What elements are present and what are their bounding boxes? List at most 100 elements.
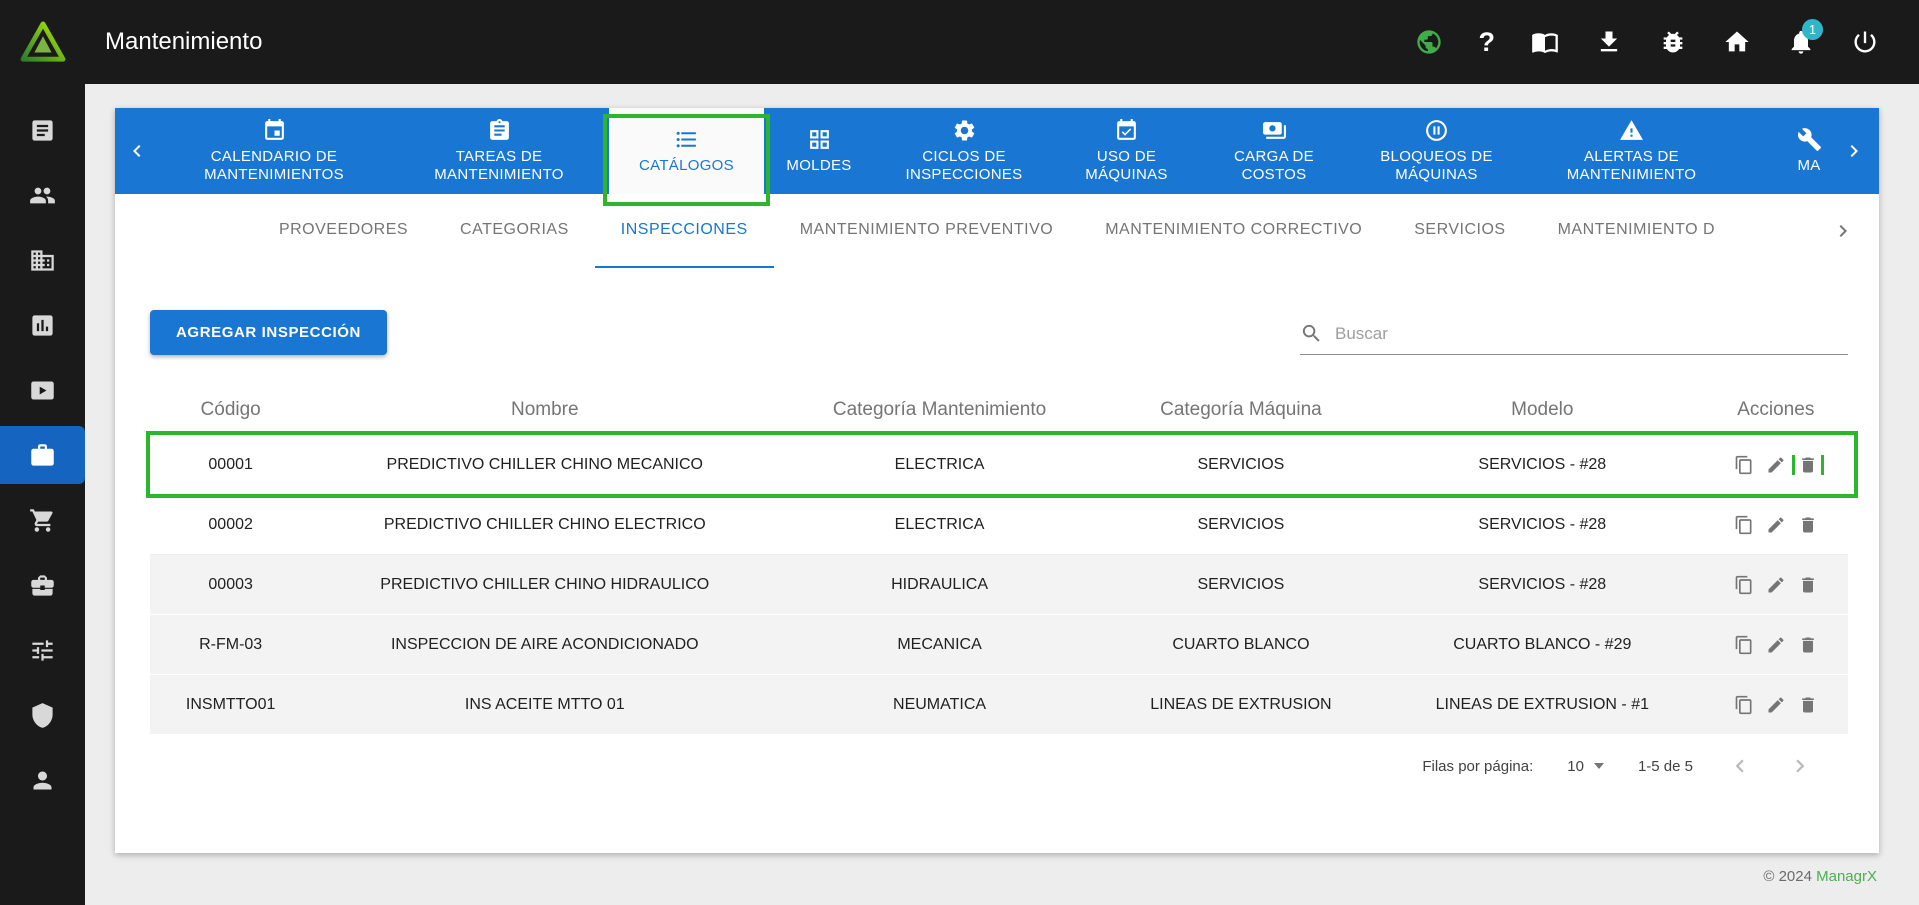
edit-icon[interactable] — [1766, 695, 1786, 715]
pause-circle-icon — [1424, 118, 1449, 143]
edit-icon[interactable] — [1766, 515, 1786, 535]
edit-icon[interactable] — [1766, 635, 1786, 655]
download-icon[interactable] — [1595, 28, 1623, 56]
edit-icon[interactable] — [1766, 455, 1786, 475]
next-page-icon[interactable] — [1787, 753, 1813, 779]
book-icon[interactable] — [1531, 28, 1559, 56]
rows-per-page-label: Filas por página: — [1422, 757, 1534, 775]
cell-categoria-maquina: SERVICIOS — [1197, 575, 1285, 593]
pagination-range: 1-5 de 5 — [1637, 757, 1693, 775]
column-header-codigo: Código — [200, 399, 261, 420]
subtab-mantenimiento-correctivo[interactable]: MANTENIMIENTO CORRECTIVO — [1079, 194, 1388, 268]
column-header-acciones: Acciones — [1737, 399, 1815, 420]
notifications-icon[interactable]: 1 — [1787, 19, 1823, 56]
cell-modelo: SERVICIOS - #28 — [1478, 455, 1607, 473]
power-icon[interactable] — [1851, 28, 1879, 56]
tabs-scroll-left[interactable] — [115, 108, 159, 194]
tab-label: CARGA DE COSTOS — [1234, 148, 1314, 183]
subtab-mantenimiento-preventivo[interactable]: MANTENIMIENTO PREVENTIVO — [774, 194, 1080, 268]
rows-per-page-select[interactable]: 10 — [1567, 758, 1604, 775]
tab-alertas-de-mantenimiento[interactable]: ALERTAS DE MANTENIMIENTO — [1524, 108, 1739, 194]
subtab-proveedores[interactable]: PROVEEDORES — [253, 194, 434, 268]
tab-bloqueos-de-maquinas[interactable]: BLOQUEOS DE MÁQUINAS — [1349, 108, 1524, 194]
module-tabs: CALENDARIO DE MANTENIMIENTOS TAREAS DE M… — [115, 108, 1879, 206]
sidebar-item-building[interactable] — [0, 228, 85, 293]
footer-copyright: © 2024 ManagrX — [1763, 868, 1877, 885]
sidebar-item-tune[interactable] — [0, 618, 85, 683]
cell-nombre: PREDICTIVO CHILLER CHINO MECANICO — [386, 455, 703, 473]
copy-icon[interactable] — [1734, 695, 1754, 715]
sidebar-item-person[interactable] — [0, 748, 85, 813]
copy-icon[interactable] — [1734, 635, 1754, 655]
cell-nombre: INS ACEITE MTTO 01 — [464, 695, 625, 713]
table-row: 00003 PREDICTIVO CHILLER CHINO HIDRAULIC… — [150, 555, 1848, 615]
tab-uso-de-maquinas[interactable]: USO DE MÁQUINAS — [1054, 108, 1199, 194]
column-header-categoria-maquina: Categoría Máquina — [1160, 399, 1322, 420]
delete-icon[interactable] — [1798, 695, 1818, 715]
sidebar-item-briefcase[interactable] — [0, 553, 85, 618]
subtab-servicios[interactable]: SERVICIOS — [1388, 194, 1531, 268]
rows-per-page-value: 10 — [1567, 757, 1584, 775]
cell-codigo: 00002 — [208, 515, 253, 533]
cell-nombre: INSPECCION DE AIRE ACONDICIONADO — [390, 635, 699, 653]
bug-icon[interactable] — [1659, 28, 1687, 56]
subtab-categorias[interactable]: CATEGORIAS — [434, 194, 595, 268]
toolbar: AGREGAR INSPECCIÓN — [150, 310, 1848, 355]
globe-icon[interactable] — [1415, 28, 1443, 56]
cell-codigo: 00001 — [208, 455, 253, 473]
sidebar-item-group[interactable] — [0, 163, 85, 228]
caret-down-icon — [1593, 763, 1604, 769]
sidebar — [0, 84, 85, 905]
sidebar-item-chart[interactable] — [0, 293, 85, 358]
cell-categoria-mantenimiento: ELECTRICA — [894, 455, 985, 473]
sidebar-item-cart[interactable] — [0, 488, 85, 553]
copy-icon[interactable] — [1734, 575, 1754, 595]
delete-icon[interactable] — [1798, 575, 1818, 595]
sidebar-item-article[interactable] — [0, 98, 85, 163]
cell-modelo: SERVICIOS - #28 — [1478, 575, 1607, 593]
tab-label: CATÁLOGOS — [639, 157, 734, 174]
copy-icon[interactable] — [1734, 455, 1754, 475]
subtabs-scroll-right[interactable] — [1831, 194, 1855, 268]
tab-ciclos-de-inspecciones[interactable]: CICLOS DE INSPECCIONES — [874, 108, 1054, 194]
grid-icon — [807, 127, 832, 152]
app-logo[interactable] — [0, 21, 85, 63]
sidebar-item-shield[interactable] — [0, 683, 85, 748]
build-icon — [1797, 127, 1822, 152]
brand-link[interactable]: ManagrX — [1816, 868, 1877, 885]
delete-icon[interactable] — [1798, 455, 1818, 475]
search-box — [1300, 322, 1848, 355]
calendar-icon — [262, 118, 287, 143]
add-inspection-button[interactable]: AGREGAR INSPECCIÓN — [150, 310, 387, 355]
delete-icon[interactable] — [1798, 515, 1818, 535]
cell-categoria-mantenimiento: ELECTRICA — [894, 515, 985, 533]
column-header-modelo: Modelo — [1511, 399, 1574, 420]
search-input[interactable] — [1335, 323, 1848, 344]
help-icon[interactable]: ? — [1479, 28, 1496, 56]
row-actions — [1704, 695, 1848, 715]
home-icon[interactable] — [1723, 28, 1751, 56]
table-row: 00001 PREDICTIVO CHILLER CHINO MECANICO … — [146, 431, 1858, 498]
copyright-text: © 2024 — [1763, 868, 1812, 885]
edit-icon[interactable] — [1766, 575, 1786, 595]
tab-calendario-de-mantenimientos[interactable]: CALENDARIO DE MANTENIMIENTOS — [159, 108, 389, 194]
previous-page-icon[interactable] — [1727, 753, 1753, 779]
sidebar-item-display[interactable] — [0, 358, 85, 423]
sidebar-item-maintenance[interactable] — [0, 426, 85, 484]
tab-carga-de-costos[interactable]: CARGA DE COSTOS — [1199, 108, 1349, 194]
delete-icon[interactable] — [1798, 635, 1818, 655]
tab-tareas-de-mantenimiento[interactable]: TAREAS DE MANTENIMIENTO — [389, 108, 609, 194]
cell-categoria-maquina: SERVICIOS — [1197, 515, 1285, 533]
table-header-row: Código Nombre Categoría Mantenimiento Ca… — [150, 385, 1848, 435]
cell-categoria-mantenimiento: HIDRAULICA — [891, 575, 988, 593]
tab-catalogos[interactable]: CATÁLOGOS — [603, 108, 770, 206]
cell-modelo: CUARTO BLANCO - #29 — [1453, 635, 1632, 653]
subtab-mantenimiento-d-truncated[interactable]: MANTENIMIENTO D — [1532, 194, 1741, 268]
tabs-scroll-right[interactable] — [1829, 108, 1879, 194]
cell-codigo: 00003 — [208, 575, 253, 593]
calendar-check-icon — [1114, 118, 1139, 143]
copy-icon[interactable] — [1734, 515, 1754, 535]
subtab-inspecciones[interactable]: INSPECCIONES — [594, 194, 774, 268]
cell-codigo: R-FM-03 — [199, 635, 263, 653]
tab-moldes[interactable]: MOLDES — [764, 108, 874, 194]
